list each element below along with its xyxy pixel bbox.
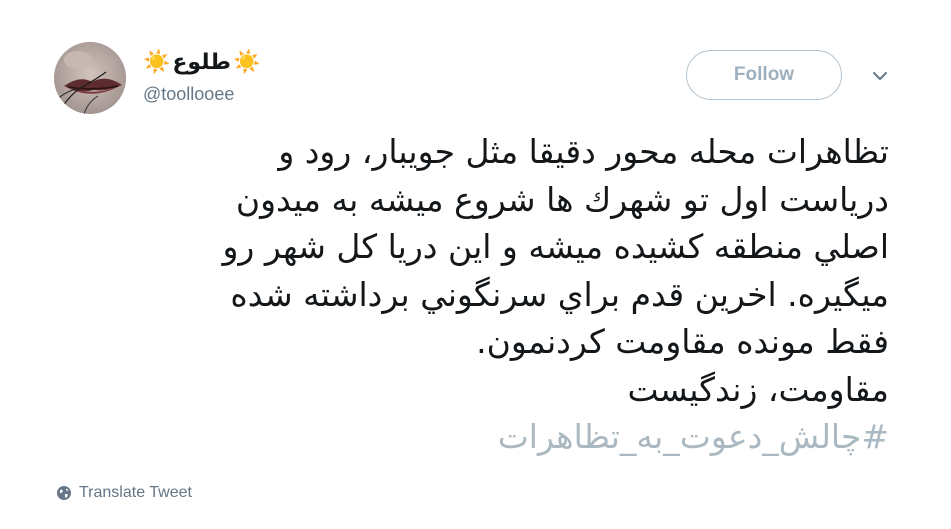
tweet-text-line: فقط مونده مقاومت كردنمون. [476,322,889,361]
tweet-text-line: اصلي منطقه كشيده ميشه و اين دريا كل شهر … [222,227,889,266]
sun-emoji-icon: ☀️ [232,49,261,74]
translate-tweet-label[interactable]: Translate Tweet [79,484,192,502]
tweet-text-line: مقاومت، زندگيست [627,369,889,409]
avatar[interactable] [54,42,126,114]
tweet-text-line: ميگيره. اخرين قدم براي سرنگوني برداشته ش… [230,274,889,314]
display-name[interactable]: طلوع [172,50,231,75]
user-handle[interactable]: @toollooee [143,84,234,105]
follow-button[interactable]: Follow [686,50,842,100]
tweet-text-line: درياست اول تو شهرك ها شروع ميشه به ميدون [235,179,889,219]
tweet-card: ☀️ طلوع ☀️ @toollooee Follow تظاهرات محل… [0,0,951,529]
display-name-row[interactable]: ☀️ طلوع ☀️ [143,44,260,80]
translate-tweet-link[interactable]: Translate Tweet [56,484,192,502]
hashtag-link[interactable]: #چالش_دعوت_به_تظاهرات [59,413,889,461]
sun-emoji-icon: ☀️ [143,49,171,74]
tweet-text: تظاهرات محله محور دقيقا مثل جويبار، رود … [59,128,889,461]
tweet-text-line: تظاهرات محله محور دقيقا مثل جويبار، رود … [278,132,889,171]
chevron-down-icon[interactable] [868,64,892,88]
globe-icon [56,485,72,501]
avatar-image [54,42,126,114]
